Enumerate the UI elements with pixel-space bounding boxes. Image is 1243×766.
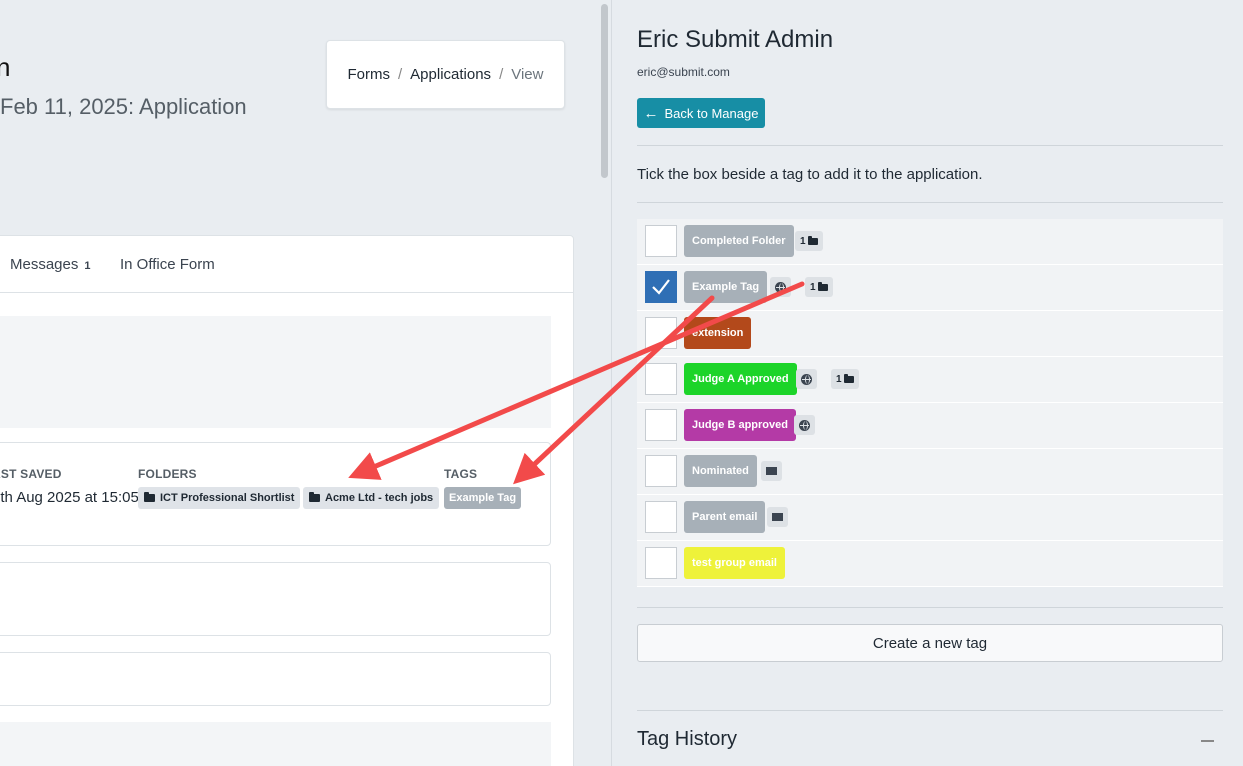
tab-in-office-form[interactable]: In Office Form — [120, 256, 215, 273]
globe-icon — [775, 281, 786, 293]
back-button-label: Back to Manage — [664, 105, 759, 121]
tag-label[interactable]: Judge B approved — [684, 409, 796, 441]
folder-icon — [817, 281, 828, 291]
tag-label[interactable]: Completed Folder — [684, 225, 794, 257]
tab-label: In Office Form — [120, 256, 215, 273]
collapse-icon[interactable] — [1201, 740, 1214, 742]
email-chip — [767, 507, 788, 527]
tag-row: Judge A Approved 1 — [637, 357, 1223, 403]
tag-list: Completed Folder 1 Example Tag 1 extensi… — [637, 219, 1223, 587]
tag-row: Judge B approved — [637, 403, 1223, 449]
tag-checkbox[interactable] — [645, 225, 677, 257]
envelope-icon — [772, 513, 783, 521]
email-chip — [761, 461, 782, 481]
messages-count-badge: 1 — [84, 260, 91, 272]
folder-icon — [144, 492, 155, 502]
tag-row: extension — [637, 311, 1223, 357]
folder-pill[interactable]: ICT Professional Shortlist — [138, 487, 301, 509]
breadcrumb-separator: / — [398, 66, 403, 83]
globe-icon — [801, 373, 812, 385]
application-view-panel: n Feb 11, 2025: Application Forms / Appl… — [0, 0, 598, 766]
folder-count-chip: 1 — [831, 369, 859, 389]
back-to-manage-button[interactable]: ← Back to Manage — [637, 98, 765, 128]
arrow-left-icon: ← — [643, 104, 659, 122]
tag-checkbox-checked[interactable] — [645, 271, 677, 303]
globe-chip — [794, 415, 815, 435]
check-icon — [652, 279, 670, 295]
tag-row: Parent email — [637, 495, 1223, 541]
section-box — [0, 652, 551, 706]
last-saved-value: 5th Aug 2025 at 15:05 — [0, 489, 139, 506]
breadcrumb-separator: / — [499, 66, 504, 83]
tab-bar: Messages 1 In Office Form — [0, 236, 573, 293]
folder-icon — [309, 492, 320, 502]
tag-row: Example Tag 1 — [637, 265, 1223, 311]
tag-row: Completed Folder 1 — [637, 219, 1223, 265]
folder-count: 1 — [800, 235, 806, 247]
globe-chip — [770, 277, 791, 297]
tag-history-heading: Tag History — [637, 728, 738, 750]
folder-icon — [807, 235, 818, 245]
tag-manager-panel: Eric Submit Admin eric@submit.com ← Back… — [612, 0, 1243, 766]
application-summary: AST SAVED 5th Aug 2025 at 15:05 FOLDERS … — [0, 442, 551, 546]
scrollbar-thumb[interactable] — [601, 4, 608, 178]
tag-label[interactable]: test group email — [684, 547, 785, 579]
tag-row: test group email — [637, 541, 1223, 587]
tags-label: TAGS — [444, 467, 478, 481]
folders-label: FOLDERS — [138, 467, 197, 481]
page-title: n — [0, 52, 11, 82]
globe-icon — [799, 419, 810, 431]
folder-icon — [843, 373, 854, 383]
create-tag-button[interactable]: Create a new tag — [637, 624, 1223, 662]
last-saved-label: AST SAVED — [0, 467, 62, 481]
content-placeholder — [0, 316, 551, 428]
folder-name: ICT Professional Shortlist — [160, 492, 295, 504]
divider — [637, 202, 1223, 203]
folder-count: 1 — [810, 281, 816, 293]
tag-label[interactable]: Example Tag — [684, 271, 768, 303]
breadcrumb-view: View — [511, 66, 544, 83]
folder-count-chip: 1 — [795, 231, 823, 251]
scrollbar[interactable] — [598, 0, 612, 766]
tag-checkbox[interactable] — [645, 501, 677, 533]
folder-count: 1 — [836, 373, 842, 385]
tag-checkbox[interactable] — [645, 547, 677, 579]
tag-checkbox[interactable] — [645, 317, 677, 349]
user-email: eric@submit.com — [637, 65, 730, 79]
page-subtitle: Feb 11, 2025: Application — [0, 94, 247, 119]
user-name-heading: Eric Submit Admin — [637, 26, 834, 53]
divider — [637, 710, 1223, 711]
breadcrumb-forms[interactable]: Forms — [348, 66, 391, 83]
tab-label: Messages — [10, 256, 79, 273]
tag-label[interactable]: Judge A Approved — [684, 363, 797, 395]
tag-row: Nominated — [637, 449, 1223, 495]
tag-checkbox[interactable] — [645, 363, 677, 395]
application-card: Messages 1 In Office Form AST SAVED 5th A… — [0, 235, 574, 766]
envelope-icon — [766, 467, 777, 475]
folder-name: Acme Ltd - tech jobs — [325, 492, 434, 504]
tag-checkbox[interactable] — [645, 455, 677, 487]
divider — [637, 145, 1223, 146]
globe-chip — [796, 369, 817, 389]
tag-label[interactable]: Parent email — [684, 501, 766, 533]
divider — [637, 607, 1223, 608]
section-box — [0, 722, 551, 766]
tab-messages[interactable]: Messages 1 — [10, 256, 91, 273]
breadcrumb-applications[interactable]: Applications — [410, 66, 491, 83]
tag-pill[interactable]: Example Tag — [444, 487, 522, 509]
folder-pill[interactable]: Acme Ltd - tech jobs — [303, 487, 440, 509]
section-box — [0, 562, 551, 636]
tag-checkbox[interactable] — [645, 409, 677, 441]
tag-instructions: Tick the box beside a tag to add it to t… — [637, 166, 983, 183]
folder-count-chip: 1 — [805, 277, 833, 297]
tag-label[interactable]: Nominated — [684, 455, 757, 487]
tag-label[interactable]: extension — [684, 317, 752, 349]
breadcrumb: Forms / Applications / View — [326, 40, 565, 109]
